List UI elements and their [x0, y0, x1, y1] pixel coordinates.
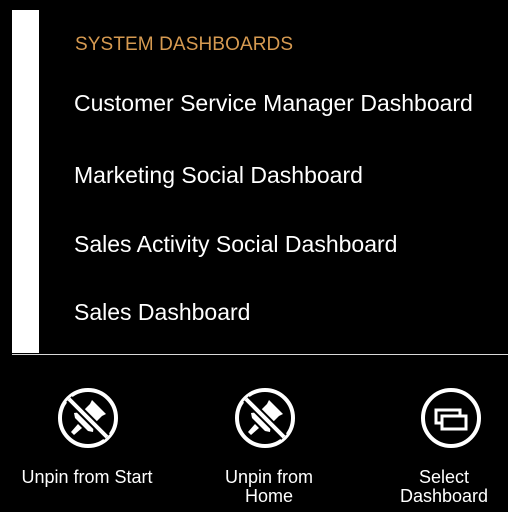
dashboard-item-customer-service-manager[interactable]: Customer Service Manager Dashboard: [74, 90, 473, 117]
unpin-icon: [233, 386, 297, 450]
select-dashboard-button[interactable]: Select Dashboard: [380, 356, 508, 512]
screen: SYSTEM DASHBOARDS Customer Service Manag…: [0, 0, 508, 512]
unpin-from-home-label: Unpin from Home: [200, 468, 338, 506]
unpin-icon: [56, 386, 120, 450]
dashboard-item-sales-activity-social[interactable]: Sales Activity Social Dashboard: [74, 231, 397, 258]
section-header: SYSTEM DASHBOARDS: [75, 34, 294, 55]
left-edge-strip: [12, 10, 39, 353]
select-dashboard-label-line2: Dashboard: [399, 486, 489, 506]
select-dashboard-icon: [419, 386, 483, 450]
dashboard-item-sales[interactable]: Sales Dashboard: [74, 299, 250, 326]
select-dashboard-label: Select Dashboard: [380, 468, 508, 506]
unpin-from-home-label-line1: Unpin from: [224, 467, 314, 487]
divider: [12, 354, 508, 355]
unpin-from-home-button[interactable]: Unpin from Home: [200, 356, 340, 512]
unpin-from-start-button[interactable]: Unpin from Start: [0, 356, 190, 512]
select-dashboard-label-line1: Select: [418, 467, 470, 487]
unpin-from-home-label-line2: Home: [244, 486, 293, 506]
dashboard-list-panel: SYSTEM DASHBOARDS Customer Service Manag…: [39, 10, 508, 354]
unpin-from-start-label: Unpin from Start: [21, 467, 153, 487]
app-bar: Unpin from Start Unpin from Home Select …: [0, 356, 508, 512]
dashboard-item-marketing-social[interactable]: Marketing Social Dashboard: [74, 162, 363, 189]
